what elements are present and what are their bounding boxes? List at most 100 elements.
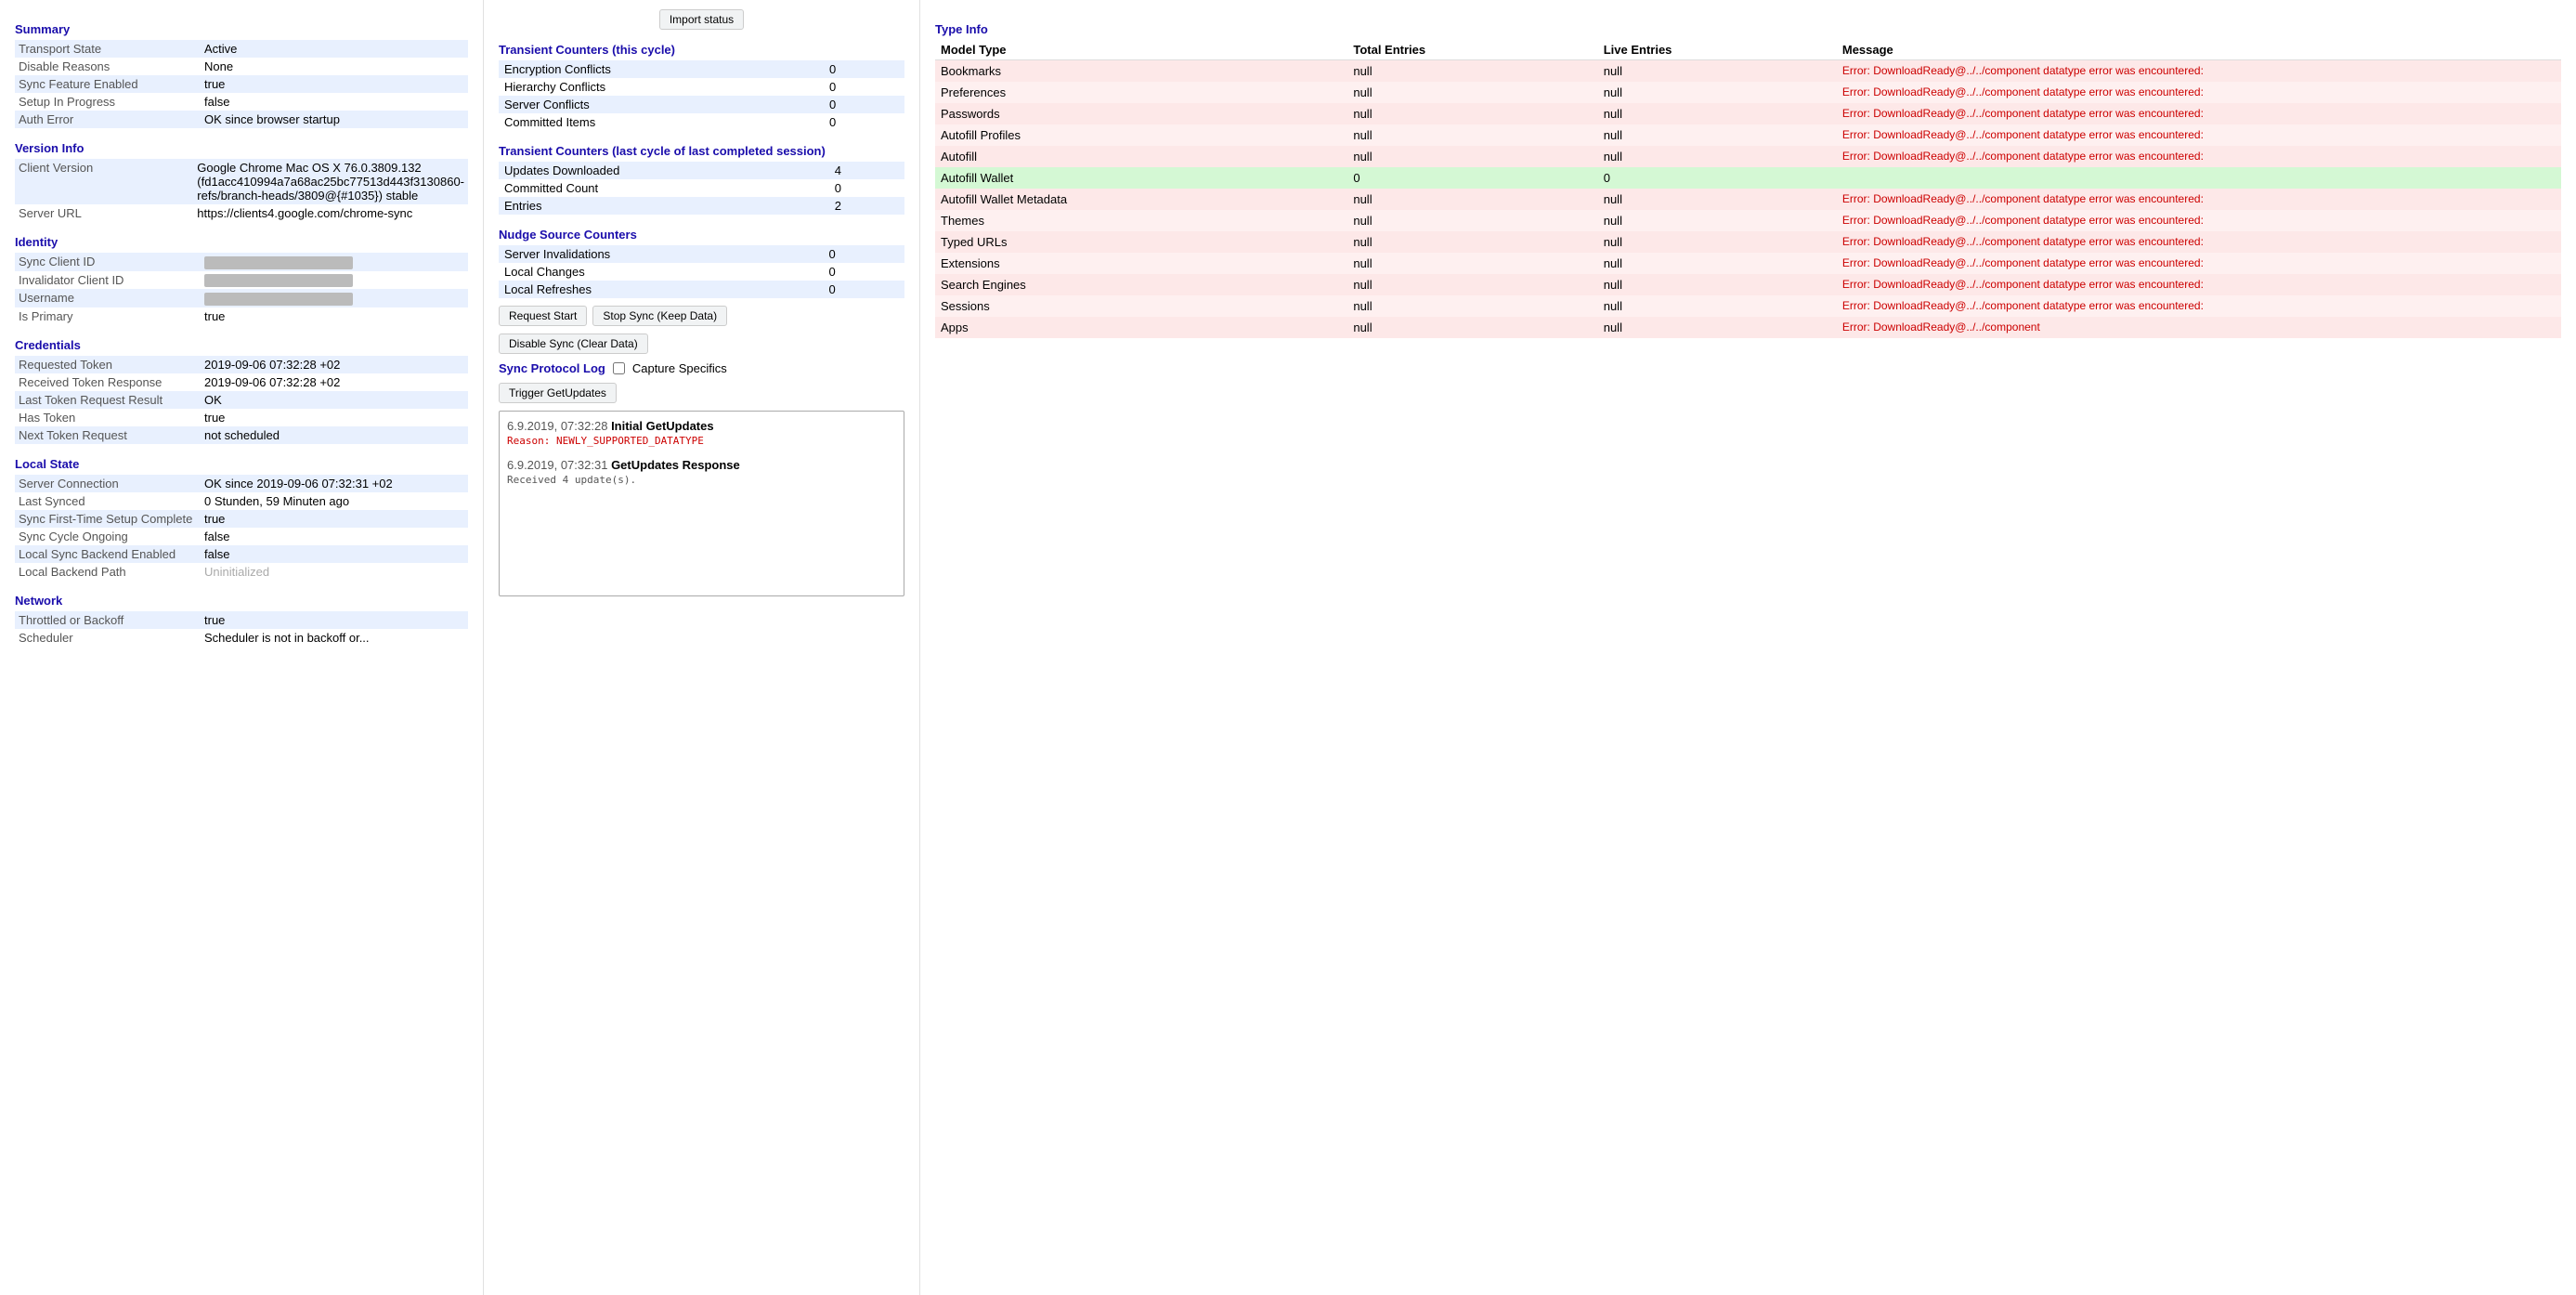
- live-entries: null: [1598, 60, 1837, 83]
- log-time: 6.9.2019, 07:32:31: [507, 458, 607, 472]
- type-name: Bookmarks: [935, 60, 1347, 83]
- info-value: OK since 2019-09-06 07:32:31 +02: [201, 475, 468, 492]
- total-entries: null: [1347, 82, 1597, 103]
- log-event: GetUpdates Response: [611, 458, 740, 472]
- local-state-table: Server ConnectionOK since 2019-09-06 07:…: [15, 475, 468, 581]
- info-label: Sync Feature Enabled: [15, 75, 201, 93]
- sync-protocol-log-box: 6.9.2019, 07:32:28 Initial GetUpdatesRea…: [499, 411, 904, 596]
- counter-value: 2: [807, 197, 904, 215]
- info-label: Username: [15, 289, 201, 307]
- info-value: 0 Stunden, 59 Minuten ago: [201, 492, 468, 510]
- info-label: Auth Error: [15, 111, 201, 128]
- info-value: OK: [201, 391, 468, 409]
- type-info-row: ThemesnullnullError: DownloadReady@../..…: [935, 210, 2561, 231]
- info-label: Disable Reasons: [15, 58, 201, 75]
- type-name: Extensions: [935, 253, 1347, 274]
- info-label: Scheduler: [15, 629, 201, 647]
- type-info-table: Model TypeTotal EntriesLive EntriesMessa…: [935, 40, 2561, 338]
- info-label: Last Token Request Result: [15, 391, 201, 409]
- live-entries: null: [1598, 82, 1837, 103]
- type-name: Apps: [935, 317, 1347, 338]
- version-info-title: Version Info: [15, 141, 468, 155]
- counter-value: 0: [800, 245, 904, 263]
- type-info-row: PreferencesnullnullError: DownloadReady@…: [935, 82, 2561, 103]
- type-info-row: PasswordsnullnullError: DownloadReady@..…: [935, 103, 2561, 124]
- type-name: Passwords: [935, 103, 1347, 124]
- import-status-button[interactable]: Import status: [659, 9, 744, 30]
- live-entries: 0: [1598, 167, 1837, 189]
- live-entries: null: [1598, 274, 1837, 295]
- info-value: OK since browser startup: [201, 111, 468, 128]
- counter-label: Committed Items: [499, 113, 801, 131]
- request-start-button[interactable]: Request Start: [499, 306, 587, 326]
- info-value: [201, 271, 468, 290]
- info-value: false: [201, 545, 468, 563]
- total-entries: null: [1347, 60, 1597, 83]
- type-name: Themes: [935, 210, 1347, 231]
- disable-sync-button[interactable]: Disable Sync (Clear Data): [499, 334, 648, 354]
- type-message: Error: DownloadReady@../../component dat…: [1837, 210, 2561, 231]
- counter-label: Committed Count: [499, 179, 807, 197]
- type-message: Error: DownloadReady@../../component dat…: [1837, 60, 2561, 83]
- info-label: Throttled or Backoff: [15, 611, 201, 629]
- identity-title: Identity: [15, 235, 468, 249]
- counter-label: Updates Downloaded: [499, 162, 807, 179]
- summary-title: Summary: [15, 22, 468, 36]
- info-label: Setup In Progress: [15, 93, 201, 111]
- type-message: Error: DownloadReady@../../component dat…: [1837, 253, 2561, 274]
- live-entries: null: [1598, 210, 1837, 231]
- type-message: Error: DownloadReady@../../component dat…: [1837, 274, 2561, 295]
- type-message: Error: DownloadReady@../../component dat…: [1837, 124, 2561, 146]
- info-value: false: [201, 528, 468, 545]
- counter-value: 0: [800, 281, 904, 298]
- network-table: Throttled or BackofftrueSchedulerSchedul…: [15, 611, 468, 647]
- info-value: 2019-09-06 07:32:28 +02: [201, 356, 468, 373]
- right-column: Type Info Model TypeTotal EntriesLive En…: [919, 0, 2576, 1295]
- type-message: Error: DownloadReady@../../component dat…: [1837, 231, 2561, 253]
- trigger-getupdates-button[interactable]: Trigger GetUpdates: [499, 383, 617, 403]
- transient-counters-last-table: Updates Downloaded4Committed Count0Entri…: [499, 162, 904, 215]
- info-value: [201, 289, 468, 307]
- info-value: not scheduled: [201, 426, 468, 444]
- type-info-row: SessionsnullnullError: DownloadReady@../…: [935, 295, 2561, 317]
- type-info-col-header: Message: [1837, 40, 2561, 60]
- live-entries: null: [1598, 317, 1837, 338]
- network-title: Network: [15, 594, 468, 608]
- info-label: Sync First-Time Setup Complete: [15, 510, 201, 528]
- type-message: [1837, 167, 2561, 189]
- type-message: Error: DownloadReady@../../component dat…: [1837, 82, 2561, 103]
- info-value: true: [201, 409, 468, 426]
- type-name: Autofill Wallet Metadata: [935, 189, 1347, 210]
- info-value: true: [201, 75, 468, 93]
- type-info-row: Autofill ProfilesnullnullError: Download…: [935, 124, 2561, 146]
- sync-protocol-log-header: Sync Protocol Log Capture Specifics: [499, 361, 904, 375]
- credentials-title: Credentials: [15, 338, 468, 352]
- stop-sync-button[interactable]: Stop Sync (Keep Data): [592, 306, 727, 326]
- info-label: Sync Client ID: [15, 253, 201, 271]
- info-label: Received Token Response: [15, 373, 201, 391]
- type-info-row: ExtensionsnullnullError: DownloadReady@.…: [935, 253, 2561, 274]
- nudge-source-title: Nudge Source Counters: [499, 228, 904, 242]
- type-info-row: Autofill Wallet MetadatanullnullError: D…: [935, 189, 2561, 210]
- total-entries: null: [1347, 231, 1597, 253]
- info-value: Uninitialized: [201, 563, 468, 581]
- info-value: Active: [201, 40, 468, 58]
- info-label: Next Token Request: [15, 426, 201, 444]
- capture-specifics-checkbox[interactable]: [613, 362, 625, 374]
- info-label: Sync Cycle Ongoing: [15, 528, 201, 545]
- info-value: 2019-09-06 07:32:28 +02: [201, 373, 468, 391]
- info-label: Server Connection: [15, 475, 201, 492]
- type-info-row: AutofillnullnullError: DownloadReady@../…: [935, 146, 2561, 167]
- info-value: false: [201, 93, 468, 111]
- type-message: Error: DownloadReady@../../component dat…: [1837, 146, 2561, 167]
- live-entries: null: [1598, 124, 1837, 146]
- counter-label: Entries: [499, 197, 807, 215]
- type-name: Search Engines: [935, 274, 1347, 295]
- total-entries: null: [1347, 210, 1597, 231]
- type-info-col-header: Total Entries: [1347, 40, 1597, 60]
- identity-table: Sync Client IDInvalidator Client IDUsern…: [15, 253, 468, 325]
- log-sub: Received 4 update(s).: [507, 474, 896, 486]
- counter-value: 0: [800, 263, 904, 281]
- action-buttons: Request Start Stop Sync (Keep Data): [499, 306, 904, 326]
- total-entries: null: [1347, 146, 1597, 167]
